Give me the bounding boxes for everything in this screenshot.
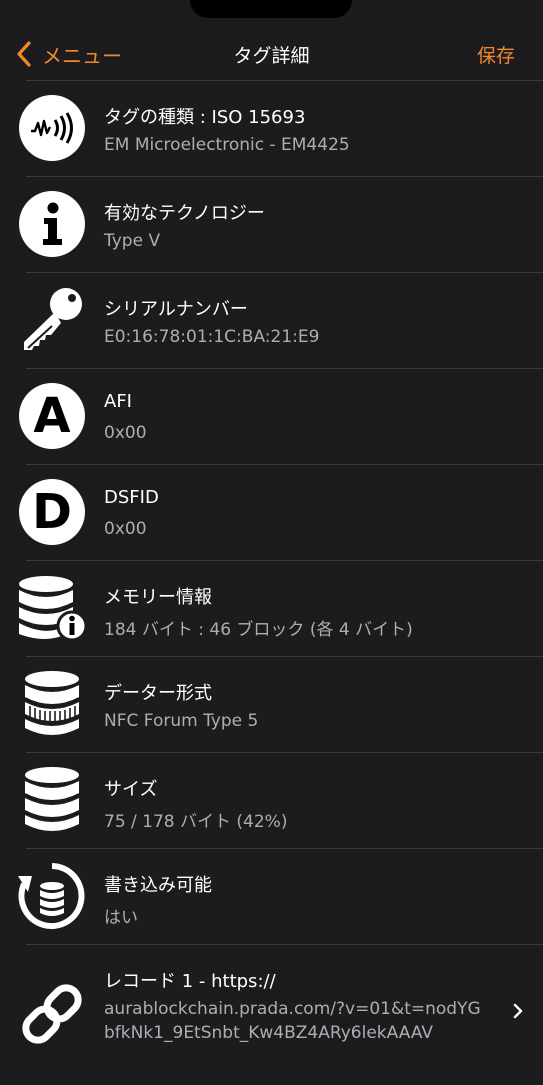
dsfid-value: 0x00: [104, 519, 147, 539]
data-format-label: データー形式: [104, 683, 212, 704]
writable-value: はい: [104, 908, 138, 928]
writable-label: 書き込み可能: [104, 875, 212, 896]
tag-type-value: EM Microelectronic - EM4425: [104, 135, 350, 155]
row-technology: 有効なテクノロジー Type V: [19, 176, 543, 272]
afi-label: AFI: [104, 391, 132, 412]
technology-value: Type V: [104, 231, 161, 251]
data-format-value: NFC Forum Type 5: [104, 711, 259, 731]
row-tag-type: タグの種類 : ISO 15693 EM Microelectronic - E…: [19, 80, 543, 176]
row-size: サイズ 75 / 178 バイト (42%): [25, 752, 543, 848]
database-format-icon: [18, 670, 86, 738]
navigation-bar: メニュー タグ詳細 保存: [0, 28, 543, 80]
nfc-wave-icon: [18, 94, 86, 162]
row-record-1[interactable]: レコード 1 - https:// aurablockchain.prada.c…: [22, 944, 543, 1085]
row-data-format: データー形式 NFC Forum Type 5: [25, 656, 543, 752]
size-label: サイズ: [104, 779, 158, 800]
memory-info-label: メモリー情報: [104, 587, 212, 608]
dsfid-label: DSFID: [104, 487, 159, 508]
save-button[interactable]: 保存: [477, 41, 515, 68]
serial-number-label: シリアルナンバー: [104, 299, 248, 320]
link-icon: [18, 980, 86, 1048]
afi-value: 0x00: [104, 423, 147, 443]
info-icon: [18, 190, 86, 258]
row-serial-number: シリアルナンバー E0:16:78:01:1C:BA:21:E9: [24, 272, 543, 368]
row-memory-info: メモリー情報 184 バイト : 46 ブロック (各 4 バイト): [19, 560, 543, 656]
row-afi: A AFI 0x00: [19, 368, 543, 464]
page-title: タグ詳細: [233, 45, 310, 67]
row-writable: 書き込み可能 はい: [18, 848, 543, 944]
database-icon: [18, 766, 86, 834]
database-info-icon: [18, 574, 86, 642]
row-dsfid: D DSFID 0x00: [19, 464, 543, 560]
size-value: 75 / 178 バイト (42%): [104, 812, 288, 832]
tag-detail-list: タグの種類 : ISO 15693 EM Microelectronic - E…: [0, 80, 543, 1085]
device-notch: [190, 0, 352, 18]
tag-type-label: タグの種類 : ISO 15693: [104, 107, 306, 128]
key-icon: [18, 286, 86, 354]
record-1-value: aurablockchain.prada.com/?v=01&t=nodYGbf…: [104, 999, 481, 1043]
database-refresh-icon: [18, 862, 86, 930]
serial-number-value: E0:16:78:01:1C:BA:21:E9: [104, 327, 320, 347]
letter-d-icon: D: [18, 478, 86, 546]
memory-info-value: 184 バイト : 46 ブロック (各 4 バイト): [104, 620, 413, 640]
technology-label: 有効なテクノロジー: [104, 203, 265, 224]
record-1-label: レコード 1 - https://: [104, 971, 276, 992]
chevron-right-icon: [513, 1003, 523, 1019]
letter-a-icon: A: [18, 382, 86, 450]
